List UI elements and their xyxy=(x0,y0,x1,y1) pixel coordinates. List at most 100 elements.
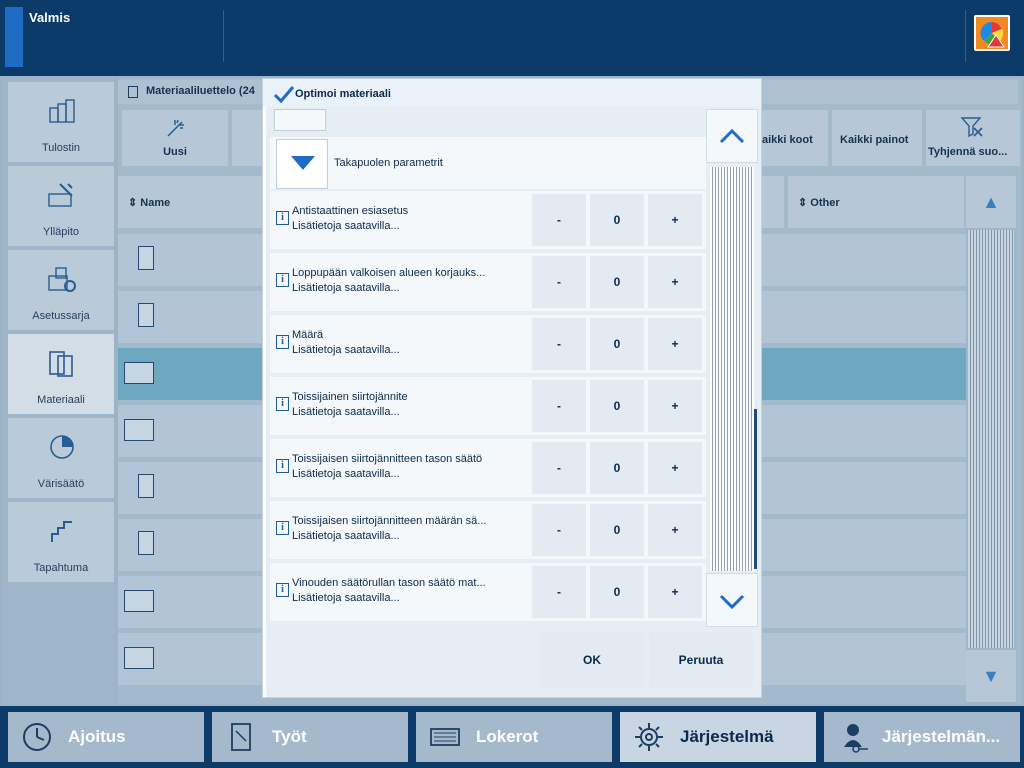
scroll-down-button[interactable] xyxy=(706,573,758,627)
decrement-button[interactable]: - xyxy=(532,566,586,618)
dialog-body: Takapuolen parametrit i Antistaattinen e… xyxy=(266,107,761,697)
printer-alert-icon[interactable] xyxy=(974,15,1010,51)
clear-filter-icon xyxy=(960,117,983,138)
dialog-scrollbar[interactable] xyxy=(706,109,758,627)
increment-button[interactable]: + xyxy=(648,380,702,432)
list-scrollbar[interactable]: ▲ ▼ xyxy=(966,176,1016,704)
param-name: Vinouden säätörullan tason säätö mat... xyxy=(292,577,486,589)
chevron-down-icon xyxy=(719,594,745,610)
decrement-button[interactable]: - xyxy=(532,256,586,308)
media-thumbnail xyxy=(138,246,154,270)
nav-item-materiaali[interactable]: Materiaali xyxy=(8,334,114,414)
param-value[interactable]: 0 xyxy=(590,318,644,370)
tab-tyot[interactable]: Työt xyxy=(212,712,408,762)
clear-filter-label: Tyhjennä suo... xyxy=(928,146,1008,158)
param-value[interactable]: 0 xyxy=(590,256,644,308)
printer-icon xyxy=(49,99,75,123)
nav-item-tapahtuma[interactable]: Tapahtuma xyxy=(8,502,114,582)
nav-item-varisaato[interactable]: Värisäätö xyxy=(8,418,114,498)
scroll-thumb[interactable] xyxy=(754,409,757,569)
status-text: Valmis xyxy=(29,10,71,25)
increment-button[interactable]: + xyxy=(648,256,702,308)
info-icon[interactable]: i xyxy=(276,521,289,535)
tab-jarjestelma[interactable]: Järjestelmä xyxy=(620,712,816,762)
decrement-button[interactable]: - xyxy=(532,380,586,432)
decrement-button[interactable]: - xyxy=(532,318,586,370)
scroll-down-icon[interactable]: ▼ xyxy=(966,650,1016,702)
param-info-text: Lisätietoja saatavilla... xyxy=(292,592,400,604)
jobs-icon xyxy=(231,723,251,751)
increment-button[interactable]: + xyxy=(648,442,702,494)
nav-item-tulostin[interactable]: Tulostin xyxy=(8,82,114,162)
increment-button[interactable]: + xyxy=(648,566,702,618)
media-thumbnail xyxy=(138,531,154,555)
all-weights-label: Kaikki painot xyxy=(840,134,909,146)
new-media-button[interactable]: Uusi xyxy=(122,110,228,166)
toolbar-button[interactable] xyxy=(232,110,262,166)
increment-button[interactable]: + xyxy=(648,318,702,370)
column-other-label: Other xyxy=(810,197,840,209)
tab-lokerot[interactable]: Lokerot xyxy=(416,712,612,762)
scroll-up-button[interactable] xyxy=(706,109,758,163)
status-indicator xyxy=(5,7,23,67)
nav-item-yllapito[interactable]: Ylläpito xyxy=(8,166,114,246)
param-name: Loppupään valkoisen alueen korjauks... xyxy=(292,267,486,279)
scroll-up-icon[interactable]: ▲ xyxy=(966,176,1016,228)
column-name-label: Name xyxy=(140,197,171,209)
decrement-button[interactable]: - xyxy=(532,194,586,246)
param-row: i Toissijaisen siirtojännitteen tason sä… xyxy=(270,439,706,497)
info-icon[interactable]: i xyxy=(276,335,289,349)
tab-ajoitus[interactable]: Ajoitus xyxy=(8,712,204,762)
column-header-name[interactable]: ⇕ Name xyxy=(118,176,262,228)
media-icon xyxy=(49,351,73,377)
collapsed-section-toggle[interactable] xyxy=(274,109,326,131)
all-weights-button[interactable]: Kaikki painot xyxy=(832,110,922,166)
tab-label: Ajoitus xyxy=(68,727,126,746)
param-info-text: Lisätietoja saatavilla... xyxy=(292,468,400,480)
param-value[interactable]: 0 xyxy=(590,504,644,556)
gear-icon xyxy=(635,723,663,751)
event-icon xyxy=(51,521,72,542)
param-name: Toissijaisen siirtojännitteen tason säät… xyxy=(292,453,483,465)
param-row: i Toissijainen siirtojännite Lisätietoja… xyxy=(270,377,706,435)
back-side-parameters-section[interactable]: Takapuolen parametrit xyxy=(270,137,706,189)
divider xyxy=(965,10,966,62)
param-row: i Vinouden säätörullan tason säätö mat..… xyxy=(270,563,706,621)
param-value[interactable]: 0 xyxy=(590,566,644,618)
media-thumbnail xyxy=(124,590,154,612)
ok-button[interactable]: OK xyxy=(540,633,644,687)
param-value[interactable]: 0 xyxy=(590,194,644,246)
dialog-header: Optimoi materiaali xyxy=(263,79,761,107)
decrement-button[interactable]: - xyxy=(532,504,586,556)
chevron-up-icon xyxy=(719,128,745,144)
info-icon[interactable]: i xyxy=(276,211,289,225)
nav-label: Tapahtuma xyxy=(33,562,89,574)
media-list-icon xyxy=(128,86,138,98)
scroll-track[interactable] xyxy=(710,167,757,571)
info-icon[interactable]: i xyxy=(276,459,289,473)
increment-button[interactable]: + xyxy=(648,194,702,246)
param-value[interactable]: 0 xyxy=(590,380,644,432)
info-icon[interactable]: i xyxy=(276,397,289,411)
clear-filter-button[interactable]: Tyhjennä suo... xyxy=(926,110,1020,166)
param-info-text: Lisätietoja saatavilla... xyxy=(292,282,400,294)
param-info-text: Lisätietoja saatavilla... xyxy=(292,406,400,418)
param-row: i Toissijaisen siirtojännitteen määrän s… xyxy=(270,501,706,559)
dialog-title: Optimoi materiaali xyxy=(295,88,391,100)
new-label: Uusi xyxy=(163,146,187,158)
section-toggle[interactable] xyxy=(276,139,328,189)
nav-item-asetussarja[interactable]: Asetussarja xyxy=(8,250,114,330)
param-name: Määrä xyxy=(292,329,324,341)
divider xyxy=(223,10,224,62)
column-header-other[interactable]: ⇕ Other xyxy=(788,176,964,228)
cancel-button[interactable]: Peruuta xyxy=(649,633,753,687)
info-icon[interactable]: i xyxy=(276,273,289,287)
info-icon[interactable]: i xyxy=(276,583,289,597)
tab-jarjestelman[interactable]: Järjestelmän... xyxy=(824,712,1020,762)
all-sizes-button[interactable]: aikki koot xyxy=(762,110,828,166)
decrement-button[interactable]: - xyxy=(532,442,586,494)
param-value[interactable]: 0 xyxy=(590,442,644,494)
column-header[interactable] xyxy=(762,176,784,228)
scroll-track[interactable] xyxy=(968,230,1014,648)
increment-button[interactable]: + xyxy=(648,504,702,556)
